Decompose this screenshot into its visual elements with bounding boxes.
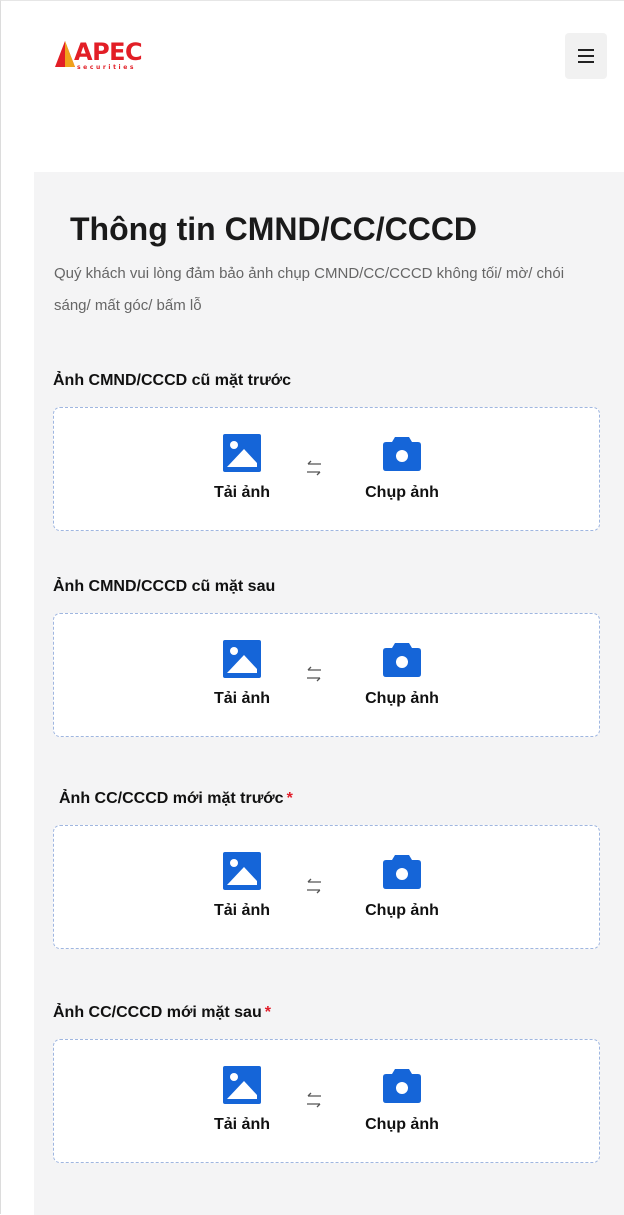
camera-icon bbox=[383, 1069, 421, 1103]
page-description: Quý khách vui lòng đảm bảo ảnh chụp CMND… bbox=[54, 265, 565, 314]
required-mark: * bbox=[264, 1004, 271, 1021]
upload-photo-button[interactable]: Tải ảnh bbox=[202, 1065, 282, 1135]
header: APEC securities bbox=[1, 1, 624, 121]
take-photo-button[interactable]: Chụp ảnh bbox=[347, 851, 457, 921]
swap-arrows-icon bbox=[307, 666, 321, 682]
section-label-new-front: Ảnh CC/CCCD mới mặt trước * bbox=[59, 790, 293, 807]
page-frame: APEC securities Thông tin CMND/CC/CCCD Q… bbox=[0, 0, 624, 1215]
camera-icon bbox=[383, 643, 421, 677]
upload-photo-button[interactable]: Tải ảnh bbox=[202, 433, 282, 503]
upload-photo-button[interactable]: Tải ảnh bbox=[202, 851, 282, 921]
logo-text: APEC bbox=[74, 38, 143, 66]
upload-box-old-back: Tải ảnh Chụp ảnh bbox=[53, 613, 600, 737]
section-label-old-front: Ảnh CMND/CCCD cũ mặt trước bbox=[53, 372, 292, 389]
take-photo-button[interactable]: Chụp ảnh bbox=[347, 639, 457, 709]
camera-icon bbox=[383, 437, 421, 471]
apec-logo[interactable]: APEC securities bbox=[55, 39, 175, 75]
page-title: Thông tin CMND/CC/CCCD bbox=[70, 211, 478, 247]
camera-icon bbox=[383, 855, 421, 889]
swap-arrows-icon bbox=[307, 460, 321, 476]
upload-box-new-back: Tải ảnh Chụp ảnh bbox=[53, 1039, 600, 1163]
section-label-old-back: Ảnh CMND/CCCD cũ mặt sau bbox=[53, 578, 276, 595]
swap-arrows-icon bbox=[307, 878, 321, 894]
image-icon bbox=[223, 640, 261, 678]
image-icon bbox=[223, 434, 261, 472]
hamburger-menu-button[interactable] bbox=[565, 33, 607, 79]
logo-subtext: securities bbox=[77, 64, 137, 71]
upload-photo-button[interactable]: Tải ảnh bbox=[202, 639, 282, 709]
take-photo-button[interactable]: Chụp ảnh bbox=[347, 1065, 457, 1135]
upload-box-new-front: Tải ảnh Chụp ảnh bbox=[53, 825, 600, 949]
image-icon bbox=[223, 1066, 261, 1104]
swap-arrows-icon bbox=[307, 1092, 321, 1108]
logo-triangle-icon bbox=[55, 41, 75, 67]
section-label-new-back: Ảnh CC/CCCD mới mặt sau * bbox=[53, 1004, 271, 1021]
hamburger-menu-icon bbox=[578, 49, 594, 63]
image-icon bbox=[223, 852, 261, 890]
take-photo-button[interactable]: Chụp ảnh bbox=[347, 433, 457, 503]
upload-box-old-front: Tải ảnh Chụp ảnh bbox=[53, 407, 600, 531]
required-mark: * bbox=[286, 790, 293, 807]
